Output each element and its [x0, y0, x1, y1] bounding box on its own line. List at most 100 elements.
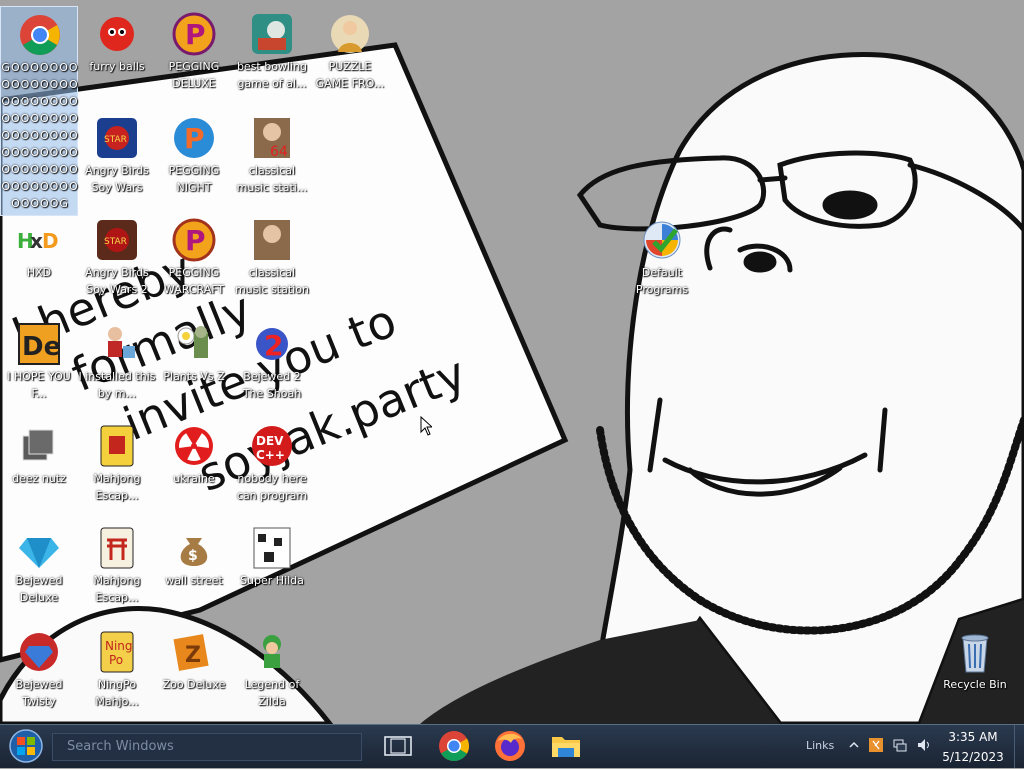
show-hidden-icons-button[interactable] — [846, 737, 862, 753]
clock[interactable]: 3:35 AM 5/12/2023 — [938, 727, 1008, 767]
desktop-icon[interactable]: Plants Vs Z — [155, 316, 233, 414]
desktop-icon[interactable]: Hx D HXD — [0, 212, 78, 310]
desktop-icon[interactable]: classical music station — [233, 212, 311, 310]
network-tray-button[interactable] — [892, 737, 908, 753]
desktop-icon[interactable]: Default Programs — [623, 212, 701, 310]
volume-tray-button[interactable] — [916, 737, 932, 753]
clock-time: 3:35 AM — [948, 730, 998, 744]
desktop-icon[interactable]: Ning Po NingPo Mahjo... — [78, 624, 156, 722]
desktop-icon-label: Plants Vs Z — [163, 370, 225, 383]
windows-orb-icon — [9, 729, 43, 763]
desktop-icon[interactable]: Recycle Bin — [936, 624, 1014, 722]
desktop-icon[interactable]: Bejewed Twisty — [0, 624, 78, 722]
desktop-icon[interactable]: Mahjong Escap... — [78, 520, 156, 618]
desktop-icon[interactable]: Legend of Zilda — [233, 624, 311, 722]
desktop-icon-label: classical music stati... — [236, 164, 308, 194]
tray-app-button[interactable] — [868, 737, 884, 753]
pegging-p-icon: P — [172, 12, 216, 56]
desktop-icon[interactable]: furry balls — [78, 6, 156, 104]
pegging-night-icon: P — [174, 118, 214, 158]
bejewed-twist-icon — [20, 633, 58, 671]
desktop-icon-label: I HOPE YOU F... — [7, 370, 71, 400]
desktop-icon[interactable]: Mahjong Escap... — [78, 418, 156, 516]
desktop-icon[interactable]: De I HOPE YOU F... — [0, 316, 78, 414]
desktop-icon[interactable]: GOOOOOOOOOOOOOOOOOOOOOOOOOOOOOOOOOOOOOOO… — [0, 6, 78, 216]
file-explorer-taskbar-button[interactable] — [542, 727, 590, 765]
desktop-icon[interactable]: DEV C++ nobody here can program — [233, 418, 311, 516]
search-input[interactable]: Search Windows — [52, 733, 362, 761]
desktop-icon[interactable]: I installed this by m... — [78, 316, 156, 414]
desktop-icon[interactable]: P PEGGING WARCRAFT — [155, 212, 233, 310]
desktop-icon[interactable]: Z Zoo Deluxe — [155, 624, 233, 722]
desktop-icon-label: Mahjong Escap... — [93, 472, 141, 502]
desktop-icon[interactable]: PUZZLE GAME FRO... — [311, 6, 389, 104]
installer-icon — [108, 327, 135, 358]
desktop-icon[interactable]: P PEGGING DELUXE — [155, 6, 233, 104]
desktop-icon[interactable]: P PEGGING NIGHT — [155, 110, 233, 208]
desktop-icon[interactable]: $ wall street — [155, 520, 233, 618]
desktop-icon-label: Bejewed 2 The Shoah — [242, 370, 302, 400]
desktop-icon[interactable]: STAR Angry Birds Soy Wars 2 — [78, 212, 156, 310]
zilda-icon — [263, 635, 281, 668]
svg-text:P: P — [185, 18, 206, 51]
desktop-icon[interactable]: ukraine — [155, 418, 233, 516]
desktop-icon-label: deez nutz — [12, 472, 66, 485]
desktop-icon-label: GOOOOOOOOOOOOOOOOOOOOOOOOOOOOOOOOOOOOOOO… — [1, 61, 79, 210]
desktop-icon-label: NingPo Mahjo... — [95, 678, 139, 708]
desktop-icon-label: PEGGING WARCRAFT — [163, 266, 225, 296]
speaker-icon — [918, 739, 929, 751]
desktop-icon[interactable]: Bejewed Deluxe — [0, 520, 78, 618]
svg-text:C++: C++ — [256, 448, 285, 462]
classical-music-2-icon — [254, 220, 290, 260]
show-desktop-button[interactable] — [1014, 725, 1024, 768]
mahjong-2-icon — [100, 527, 134, 569]
desktop-icon-label: I installed this by m... — [78, 370, 156, 400]
desktop-icon-label: best bowling game of al... — [236, 60, 308, 90]
desktop-icon-label: classical music station — [235, 266, 309, 296]
desktop-icon-label: Super Hilda — [240, 574, 304, 587]
pegging-warcraft-icon: P — [172, 218, 216, 262]
firefox-icon — [495, 731, 525, 761]
desktop-icon-label: PEGGING DELUXE — [168, 60, 220, 90]
desktop-icon[interactable]: Super Hilda — [233, 520, 311, 618]
plants-icon — [177, 326, 208, 358]
links-toolbar[interactable]: Links — [806, 739, 834, 752]
svg-text:$: $ — [188, 548, 198, 564]
desktop-icon-label: Recycle Bin — [943, 678, 1007, 691]
start-button[interactable] — [6, 728, 46, 764]
desktop-icon[interactable]: STAR Angry Birds Soy Wars — [78, 110, 156, 208]
desktop-icon-label: Bejewed Twisty — [15, 678, 63, 708]
desktop-icon-label: nobody here can program — [236, 472, 308, 502]
puzzle-icon — [331, 15, 369, 53]
desktop-icon[interactable]: best bowling game of al... — [233, 6, 311, 104]
svg-text:Z: Z — [185, 643, 201, 668]
svg-text:Ning: Ning — [105, 639, 133, 653]
desktop-icon-label: Mahjong Escap... — [93, 574, 141, 604]
desktop-icon[interactable]: 2 Bejewed 2 The Shoah — [233, 316, 311, 414]
desktop-icon-label: Angry Birds Soy Wars 2 — [85, 266, 149, 296]
angry-birds-icon: STAR — [97, 118, 137, 158]
svg-text:D: D — [42, 229, 59, 253]
svg-text:2: 2 — [264, 329, 283, 362]
desktop-icon-label: wall street — [165, 574, 223, 587]
bejewed-2-icon: 2 — [256, 328, 288, 362]
super-hilda-icon — [253, 527, 291, 569]
svg-text:STAR: STAR — [104, 237, 127, 247]
hxd-icon: Hx D — [17, 229, 59, 253]
desktop-icon[interactable]: deez nutz — [0, 418, 78, 516]
firefox-taskbar-button[interactable] — [486, 727, 534, 765]
desktop-icon-label: ukraine — [173, 472, 215, 485]
furry-ball-icon — [100, 17, 134, 51]
file-explorer-icon — [552, 737, 580, 757]
clock-date: 5/12/2023 — [942, 750, 1004, 764]
desktop-icon[interactable]: 64 classical music stati... — [233, 110, 311, 208]
windows-stack-icon — [22, 429, 54, 461]
svg-text:P: P — [185, 224, 206, 257]
desktop-icon-label: PEGGING NIGHT — [168, 164, 220, 194]
svg-text:De: De — [22, 332, 61, 362]
svg-text:P: P — [184, 122, 205, 155]
ningpo-icon: NingPo — [100, 631, 134, 673]
svg-text:STAR: STAR — [104, 135, 127, 145]
chrome-taskbar-button[interactable] — [430, 727, 478, 765]
task-view-button[interactable] — [375, 727, 423, 765]
